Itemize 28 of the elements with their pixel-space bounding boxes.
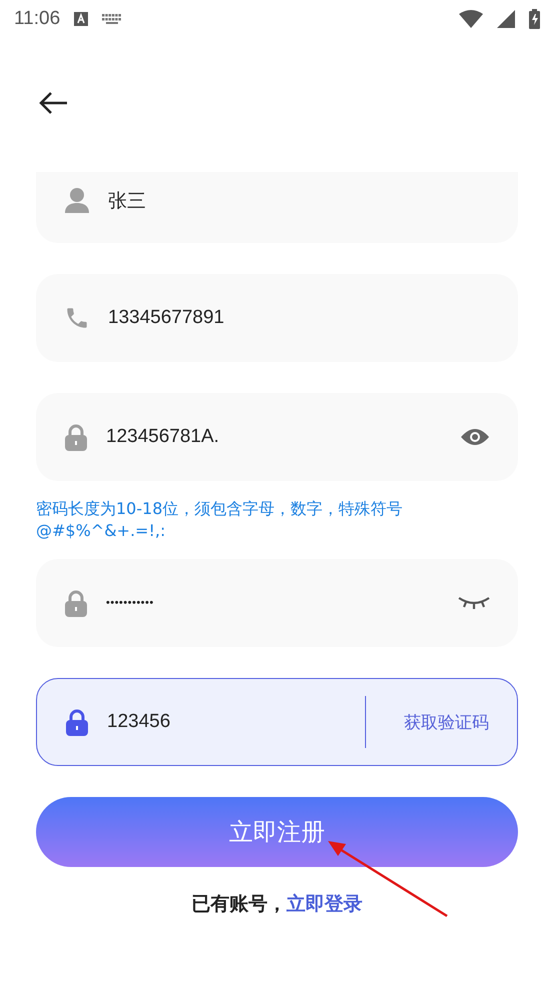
field-value: 123456 <box>107 711 172 733</box>
lock-icon <box>64 424 88 450</box>
register-button[interactable]: 立即注册 <box>36 797 518 867</box>
field-value: 123456781A. <box>106 426 220 448</box>
field-value: 13345677891 <box>108 307 226 329</box>
field-value: ••••••••••• <box>106 597 155 609</box>
lock-icon <box>64 590 88 616</box>
field-value: 张三 <box>108 190 147 214</box>
battery-icon <box>529 9 540 29</box>
lock-icon <box>65 708 89 736</box>
input-field[interactable]: 123456 获取验证码 <box>36 678 518 766</box>
input-field[interactable]: 123456781A. <box>36 393 518 481</box>
input-field[interactable]: 张三 <box>36 172 518 243</box>
status-time: 11:06 <box>14 8 60 30</box>
keyboard-a-icon <box>74 12 88 26</box>
eye-icon[interactable] <box>460 427 490 447</box>
keyboard-icon <box>102 14 122 24</box>
login-link[interactable]: 立即登录 <box>286 891 362 917</box>
get-code-button[interactable]: 获取验证码 <box>384 710 489 734</box>
back-arrow-icon[interactable] <box>38 91 68 115</box>
input-field[interactable]: ••••••••••• <box>36 559 518 647</box>
input-field[interactable]: 13345677891 <box>36 274 518 362</box>
login-prompt-text: 已有账号， <box>192 892 286 917</box>
closed-eye-icon[interactable] <box>458 596 490 610</box>
signal-icon <box>497 10 515 28</box>
person-icon <box>64 186 90 214</box>
password-hint: 密码长度为10-18位，须包含字母，数字，特殊符号@#$%^&+.=!,: <box>36 498 404 542</box>
wifi-icon <box>459 10 483 28</box>
